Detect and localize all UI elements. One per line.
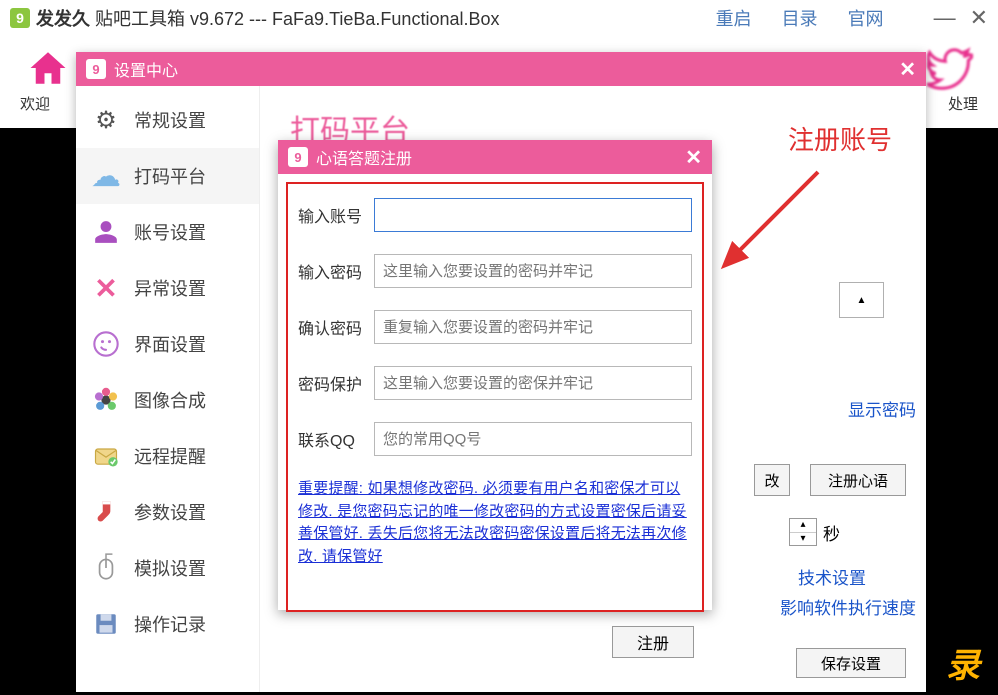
catalog-link[interactable]: 目录: [782, 5, 818, 31]
nav-label: 图像合成: [134, 387, 206, 413]
app-logo-icon: 9: [10, 8, 30, 28]
smile-icon: [90, 328, 122, 360]
caret-icon: ▲: [857, 295, 867, 306]
nav-image[interactable]: 图像合成: [76, 372, 259, 428]
save-settings-button[interactable]: 保存设置: [796, 648, 906, 678]
account-input[interactable]: [374, 198, 692, 232]
nav-label: 打码平台: [134, 163, 206, 189]
x-icon: ✕: [90, 272, 122, 304]
close-button[interactable]: ✕: [970, 5, 988, 31]
show-password-link[interactable]: 显示密码: [848, 396, 916, 421]
modify-button[interactable]: 改: [754, 464, 790, 496]
nav-label: 参数设置: [134, 499, 206, 525]
password-input[interactable]: [374, 254, 692, 288]
nav-general[interactable]: ⚙ 常规设置: [76, 92, 259, 148]
nav-remote[interactable]: 远程提醒: [76, 428, 259, 484]
register-close-button[interactable]: ✕: [685, 145, 702, 170]
nav-exception[interactable]: ✕ 异常设置: [76, 260, 259, 316]
titlebar: 9 发发久 贴吧工具箱 v9.672 --- FaFa9.TieBa.Funct…: [0, 0, 998, 36]
platform-dropdown[interactable]: ▲: [839, 282, 884, 318]
corner-text: 录: [946, 638, 980, 687]
cloud-icon: ☁: [90, 160, 122, 192]
official-link[interactable]: 官网: [848, 5, 884, 31]
restart-link[interactable]: 重启: [716, 5, 752, 31]
settings-dialog-title: 设置中心: [114, 57, 178, 81]
speed-link[interactable]: 影响软件执行速度: [780, 594, 916, 619]
seconds-unit: 秒: [823, 520, 840, 545]
seconds-spinner: ▴▾ 秒: [789, 518, 840, 546]
nav-label: 远程提醒: [134, 443, 206, 469]
tech-settings-link[interactable]: 技术设置: [798, 564, 866, 589]
settings-sidebar: ⚙ 常规设置 ☁ 打码平台 账号设置 ✕ 异常设置 界面设置: [76, 86, 260, 692]
minimize-button[interactable]: —: [934, 5, 956, 31]
spinner-control[interactable]: ▴▾: [789, 518, 817, 546]
nav-interface[interactable]: 界面设置: [76, 316, 259, 372]
title-links: 重启 目录 官网 — ✕: [716, 5, 988, 31]
nav-params[interactable]: 参数设置: [76, 484, 259, 540]
nav-label: 操作记录: [134, 611, 206, 637]
flower-icon: [90, 384, 122, 416]
home-icon[interactable]: [20, 40, 76, 96]
register-xy-button[interactable]: 注册心语: [810, 464, 906, 496]
qq-label: 联系QQ: [298, 427, 374, 451]
mail-icon: [90, 440, 122, 472]
sock-icon: [90, 496, 122, 528]
qq-input[interactable]: [374, 422, 692, 456]
nav-dama[interactable]: ☁ 打码平台: [76, 148, 259, 204]
nav-oprec[interactable]: 操作记录: [76, 596, 259, 652]
settings-dialog-header: 9 设置中心 ✕: [76, 52, 926, 86]
right-toolbar-label: 处理: [948, 93, 978, 114]
register-dialog-title: 心语答题注册: [316, 145, 412, 169]
register-submit-button[interactable]: 注册: [612, 626, 694, 658]
password-label: 输入密码: [298, 259, 374, 283]
nav-label: 异常设置: [134, 275, 206, 301]
dialog-logo-icon: 9: [86, 59, 106, 79]
register-dialog: 9 心语答题注册 ✕ 输入账号 输入密码 确认密码 密码保护 联系QQ: [278, 140, 712, 610]
gear-icon: ⚙: [90, 104, 122, 136]
protect-input[interactable]: [374, 366, 692, 400]
confirm-input[interactable]: [374, 310, 692, 344]
register-form: 输入账号 输入密码 确认密码 密码保护 联系QQ 重要提醒: 如果想修改密码. …: [286, 182, 704, 612]
annotation-label: 注册账号: [788, 120, 892, 157]
nav-label: 常规设置: [134, 107, 206, 133]
nav-simulate[interactable]: 模拟设置: [76, 540, 259, 596]
nav-label: 界面设置: [134, 331, 206, 357]
mouse-icon: [90, 552, 122, 584]
welcome-label: 欢迎: [20, 93, 50, 114]
floppy-icon: [90, 608, 122, 640]
nav-label: 模拟设置: [134, 555, 206, 581]
app-title: 发发久 贴吧工具箱 v9.672 --- FaFa9.TieBa.Functio…: [36, 5, 500, 31]
account-label: 输入账号: [298, 203, 374, 227]
register-note: 重要提醒: 如果想修改密码. 必须要有用户名和密保才可以修改. 是您密码忘记的唯…: [298, 478, 692, 568]
settings-close-button[interactable]: ✕: [899, 57, 916, 82]
user-icon: [90, 216, 122, 248]
dialog-logo-icon: 9: [288, 147, 308, 167]
nav-account[interactable]: 账号设置: [76, 204, 259, 260]
nav-label: 账号设置: [134, 219, 206, 245]
bird-icon[interactable]: [922, 40, 978, 96]
register-dialog-header: 9 心语答题注册 ✕: [278, 140, 712, 174]
protect-label: 密码保护: [298, 371, 374, 395]
confirm-label: 确认密码: [298, 315, 374, 339]
